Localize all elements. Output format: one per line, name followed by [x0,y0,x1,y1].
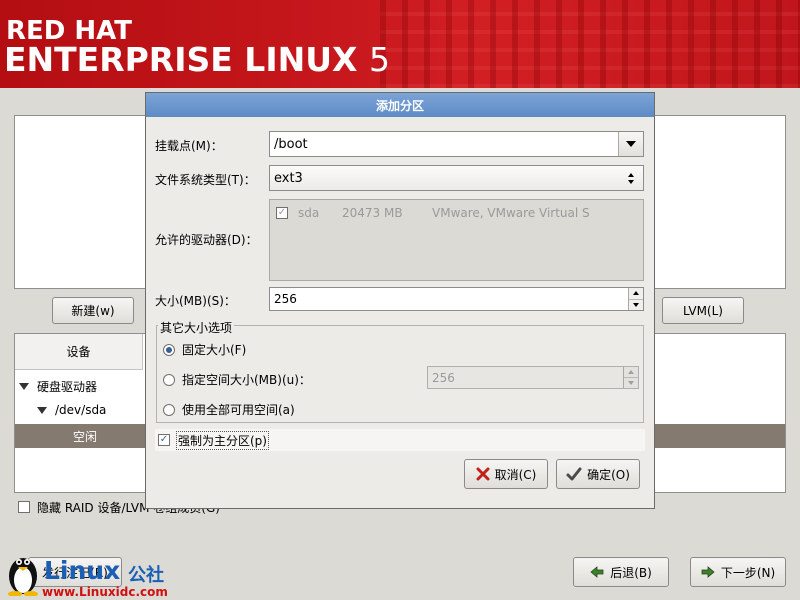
checkmark-icon [566,467,582,481]
max-size-spin-buttons[interactable] [623,367,638,388]
lvm-button[interactable]: LVM(L) [662,297,744,324]
new-button-label: 新建(w) [71,304,115,318]
tree-header-device[interactable]: 设备 [15,334,143,370]
ok-button[interactable]: 确定(O) [556,459,640,489]
spin-down-icon[interactable] [629,298,643,311]
tree-row-sda[interactable]: /dev/sda [15,398,106,422]
size-value[interactable]: 256 [274,292,297,306]
watermark-logo: Linux 公社 www.Linuxidc.com [0,548,200,600]
size-spin-buttons[interactable] [628,288,643,310]
banner-pattern [380,0,800,88]
spin-up-icon[interactable] [629,288,643,299]
cancel-button-label: 取消(C) [494,467,537,482]
fill-all-option[interactable]: 使用全部可用空间(a) [163,401,295,418]
watermark-brand-cn: 公社 [128,565,164,586]
fixed-size-radio[interactable] [163,343,175,356]
add-partition-dialog: 添加分区 挂载点(M)： /boot 文件系统类型(T)： ext3 允许的驱动… [145,92,655,509]
max-size-value: 256 [432,370,455,385]
new-button[interactable]: 新建(w) [52,297,134,324]
expander-icon[interactable] [37,406,47,414]
fs-type-updown-icon [619,166,643,190]
back-button[interactable]: 后退(B) [573,557,669,587]
tree-row-label: 硬盘驱动器 [37,379,98,394]
max-size-option[interactable]: 指定空间大小(MB)(u)： [163,371,311,388]
watermark-url: www.Linuxidc.com [42,585,168,599]
mount-point-value[interactable]: /boot [274,137,308,152]
arrow-left-icon [590,566,604,578]
max-size-radio[interactable] [163,373,175,386]
ok-button-label: 确定(O) [587,467,630,482]
drive-name: sda [298,206,320,220]
expander-icon[interactable] [19,382,29,390]
spin-up-icon[interactable] [624,367,638,377]
spin-down-icon[interactable] [624,377,638,388]
force-primary-checkbox[interactable]: ✓ [158,434,170,446]
tree-row-disks[interactable]: 硬盘驱动器 [15,374,97,398]
drive-checkbox[interactable]: ✓ [276,207,288,219]
fixed-size-label: 固定大小(F) [182,343,247,357]
mount-point-label: 挂载点(M)： [155,139,223,153]
cancel-x-icon [476,467,490,481]
drive-size: 20473 MB [342,206,403,220]
size-spinbox[interactable]: 256 [269,287,644,311]
drives-list[interactable]: ✓ sda 20473 MB VMware, VMware Virtual S [269,199,644,281]
drive-model: VMware, VMware Virtual S [432,206,590,220]
arrow-right-icon [701,566,715,578]
other-size-options-title: 其它大小选项 [158,319,235,336]
next-button[interactable]: 下一步(N) [690,557,786,587]
brand-name: ENTERPRISE LINUX [4,40,358,79]
next-button-label: 下一步(N) [720,565,776,580]
cancel-button[interactable]: 取消(C) [464,459,548,489]
watermark-brand: Linux [44,556,121,585]
max-size-label: 指定空间大小(MB)(u)： [182,373,311,387]
fs-type-value: ext3 [274,170,303,186]
drives-label: 允许的驱动器(D)： [155,233,258,247]
drive-row-sda[interactable]: ✓ sda 20473 MB VMware, VMware Virtual S [276,206,590,220]
fs-type-select[interactable]: ext3 [269,165,644,191]
hide-raid-checkbox[interactable] [18,501,30,513]
chevron-down-icon [626,141,636,147]
mount-point-combo[interactable]: /boot [269,131,644,157]
max-size-spinbox[interactable]: 256 [427,366,639,389]
fs-type-label: 文件系统类型(T)： [155,173,256,187]
dialog-title: 添加分区 [146,93,654,117]
fill-all-label: 使用全部可用空间(a) [182,403,295,417]
fill-all-radio[interactable] [163,403,175,416]
force-primary-label: 强制为主分区(p) [176,430,269,450]
lvm-button-label: LVM(L) [683,303,723,318]
header-banner: RED HAT ENTERPRISE LINUX 5 [0,0,800,88]
tree-row-label: /dev/sda [55,403,107,417]
brand-line-2: ENTERPRISE LINUX 5 [4,40,390,79]
force-primary-option[interactable]: ✓ 强制为主分区(p) [155,429,645,451]
size-label: 大小(MB)(S)： [155,294,236,308]
brand-version: 5 [368,40,390,79]
mount-point-dropdown-button[interactable] [618,132,643,156]
back-button-label: 后退(B) [610,565,652,580]
tree-row-label: 空闲 [73,429,98,444]
fixed-size-option[interactable]: 固定大小(F) [163,341,246,358]
penguin-icon [8,558,38,596]
